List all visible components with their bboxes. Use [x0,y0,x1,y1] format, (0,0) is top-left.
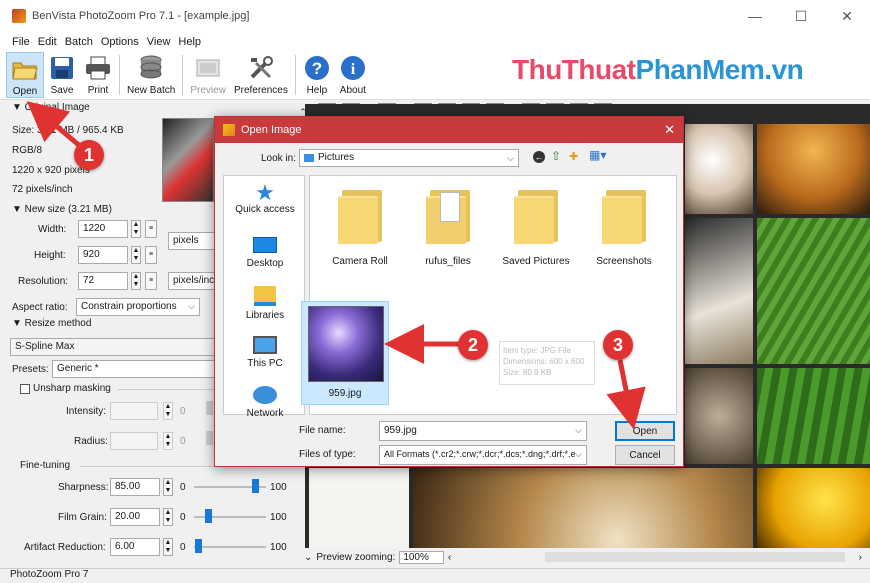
annotation-arrows [26,101,646,430]
step-marker-2: 2 [458,330,488,360]
step-marker-3: 3 [603,330,633,360]
arrow-to-open [26,101,82,148]
step-marker-1: 1 [74,140,104,170]
arrow-to-open-button [606,359,646,430]
